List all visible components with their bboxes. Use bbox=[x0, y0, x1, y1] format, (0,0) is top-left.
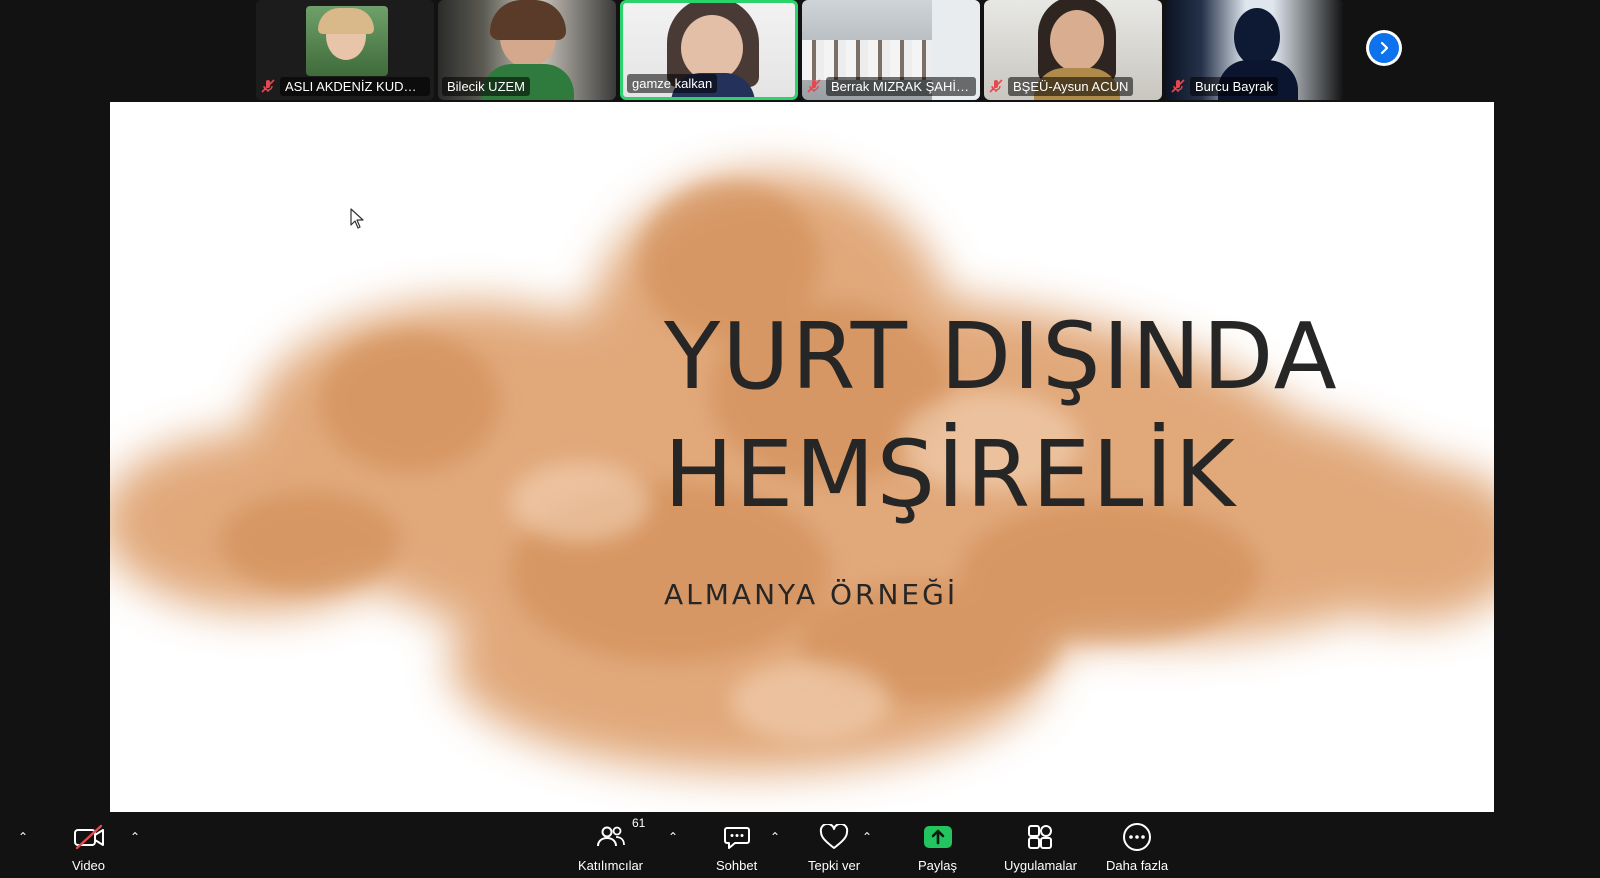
participants-options-caret[interactable]: ⌃ bbox=[668, 830, 678, 844]
apps-label: Uygulamalar bbox=[1004, 858, 1077, 873]
participant-tile-active[interactable]: gamze kalkan bbox=[620, 0, 798, 100]
mouse-cursor-icon bbox=[350, 208, 364, 229]
react-button[interactable]: Tepki ver bbox=[808, 822, 860, 873]
participant-tile[interactable]: Berrak MIZRAK ŞAHİN... bbox=[802, 0, 980, 100]
chat-options-caret[interactable]: ⌃ bbox=[770, 830, 780, 844]
participant-name: gamze kalkan bbox=[627, 73, 718, 93]
heart-icon bbox=[819, 824, 849, 849]
participants-label: Katılımcılar bbox=[578, 858, 644, 873]
more-label: Daha fazla bbox=[1106, 858, 1169, 873]
video-button[interactable]: Video bbox=[72, 822, 105, 873]
chat-icon bbox=[723, 827, 750, 849]
mic-off-icon bbox=[807, 79, 821, 93]
more-button[interactable]: Daha fazla bbox=[1106, 822, 1168, 873]
apps-icon bbox=[1028, 825, 1053, 849]
slide-title-line: HEMŞİRELİK bbox=[664, 421, 1237, 528]
video-label: Video bbox=[72, 858, 106, 873]
slide-title-line: YURT DIŞINDA bbox=[664, 303, 1339, 410]
react-label: Tepki ver bbox=[808, 858, 861, 873]
meeting-window: ASLI AKDENİZ KUDUB... Bilecik UZEM gamze… bbox=[0, 0, 1600, 878]
meeting-toolbar: ⌃ Video ⌃ Katılımcılar 61 ⌃ Sohbet ⌃ Tep… bbox=[0, 812, 1600, 878]
slide-title: YURT DIŞINDA HEMŞİRELİK bbox=[664, 298, 1339, 534]
participant-tile[interactable]: Bilecik UZEM bbox=[438, 0, 616, 100]
participant-strip: ASLI AKDENİZ KUDUB... Bilecik UZEM gamze… bbox=[256, 0, 1344, 100]
mic-off-icon bbox=[261, 79, 275, 93]
slide-subtitle: ALMANYA ÖRNEĞİ bbox=[664, 578, 959, 611]
chevron-right-icon bbox=[1380, 41, 1389, 55]
participants-count: 61 bbox=[632, 816, 646, 830]
mic-off-icon bbox=[989, 79, 1003, 93]
participant-tile[interactable]: Burcu Bayrak bbox=[1166, 0, 1344, 100]
react-options-caret[interactable]: ⌃ bbox=[862, 830, 872, 844]
more-icon bbox=[1123, 823, 1152, 851]
chat-button[interactable]: Sohbet bbox=[716, 822, 757, 873]
participant-tile[interactable]: ASLI AKDENİZ KUDUB... bbox=[256, 0, 434, 100]
mic-off-icon bbox=[1171, 79, 1185, 93]
next-participants-button[interactable] bbox=[1366, 30, 1402, 66]
video-options-caret[interactable]: ⌃ bbox=[130, 830, 140, 844]
share-label: Paylaş bbox=[918, 858, 958, 873]
shared-screen-slide: YURT DIŞINDA HEMŞİRELİK ALMANYA ÖRNEĞİ bbox=[110, 102, 1494, 812]
apps-button[interactable]: Uygulamalar bbox=[1004, 822, 1077, 873]
video-off-icon bbox=[73, 824, 104, 850]
participant-name: ASLI AKDENİZ KUDUB... bbox=[280, 76, 430, 96]
participant-name: Bilecik UZEM bbox=[442, 76, 531, 96]
participant-name: Burcu Bayrak bbox=[1190, 76, 1279, 96]
audio-options-caret[interactable]: ⌃ bbox=[18, 830, 28, 844]
chat-label: Sohbet bbox=[716, 858, 758, 873]
participant-name: BŞEÜ-Aysun ACUN bbox=[1008, 76, 1134, 96]
share-button[interactable]: Paylaş bbox=[918, 822, 957, 873]
share-arrow-icon bbox=[923, 826, 952, 848]
people-icon bbox=[596, 826, 625, 847]
participant-name: Berrak MIZRAK ŞAHİN... bbox=[826, 76, 976, 96]
participant-tile[interactable]: BŞEÜ-Aysun ACUN bbox=[984, 0, 1162, 100]
